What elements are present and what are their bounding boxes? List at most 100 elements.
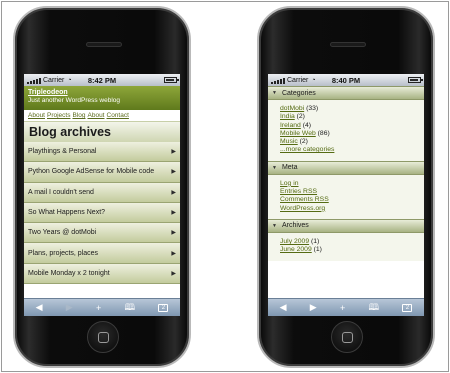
category-link[interactable]: Mobile Web	[280, 130, 316, 137]
post-list: Playthings & Personal ▶ Python Google AdS…	[24, 142, 180, 285]
nav-link-blog[interactable]: Blog	[72, 112, 85, 119]
back-button[interactable]: ◀	[280, 302, 287, 313]
archives-section-header[interactable]: ▼ Archives	[268, 218, 424, 233]
list-item[interactable]: Two Years @ dotMobi ▶	[24, 223, 180, 244]
status-bar: Carrier ◔ 8:42 PM	[24, 74, 180, 86]
list-item: Music (2)	[280, 138, 424, 146]
nav-links: About Projects Blog About Contact	[24, 110, 180, 121]
chevron-right-icon: ▶	[171, 250, 176, 257]
list-item: June 2009 (1)	[280, 246, 424, 254]
post-title: Playthings & Personal	[28, 148, 97, 156]
category-link[interactable]: dotMobi	[280, 105, 304, 112]
nav-link-contact[interactable]: Contact	[107, 112, 129, 119]
list-item: Ireland (4)	[280, 122, 424, 130]
screen-left: Carrier ◔ 8:42 PM Tripleodeon Just anoth…	[24, 74, 180, 316]
earpiece-speaker	[330, 42, 366, 47]
battery-icon	[164, 77, 179, 83]
section-title: Categories	[281, 89, 316, 97]
nav-link-projects[interactable]: Projects	[47, 112, 70, 119]
back-button[interactable]: ◀	[36, 302, 43, 313]
collapse-triangle-icon: ▼	[272, 222, 277, 229]
list-item: Entries RSS	[280, 188, 424, 196]
chevron-right-icon: ▶	[171, 149, 176, 156]
archive-count: (1)	[313, 246, 322, 254]
archive-count: (1)	[311, 237, 320, 245]
list-item: Log in	[280, 180, 424, 188]
category-link[interactable]: Ireland	[280, 122, 301, 129]
bookmarks-icon[interactable]: 🕮	[368, 300, 379, 316]
status-time: 8:40 PM	[331, 75, 361, 85]
list-item[interactable]: Plans, projects, places ▶	[24, 243, 180, 264]
post-title: So What Happens Next?	[28, 209, 106, 217]
post-title: Two Years @ dotMobi	[28, 229, 97, 237]
list-item: July 2009 (1)	[280, 238, 424, 246]
list-item: Comments RSS	[280, 196, 424, 204]
more-categories-link[interactable]: ...more categories	[280, 146, 334, 153]
add-bookmark-button[interactable]: +	[340, 303, 345, 313]
list-item: Mobile Web (86)	[280, 130, 424, 138]
status-bar: Carrier ◔ 8:40 PM	[268, 74, 424, 86]
section-title: Meta	[281, 164, 298, 172]
forward-button[interactable]: ▶	[66, 302, 73, 313]
iphone-right: Carrier ◔ 8:40 PM ▼ Categories dotMobi (…	[257, 6, 435, 368]
comments-rss-link[interactable]: Comments RSS	[280, 196, 329, 203]
post-title: Plans, projects, places	[28, 249, 99, 257]
category-count: (2)	[296, 113, 305, 121]
post-title: Python Google AdSense for Mobile code	[28, 168, 155, 176]
post-title: A mail I couldn't send	[28, 188, 94, 196]
wordpress-org-link[interactable]: WordPress.org	[280, 205, 325, 212]
archive-link[interactable]: July 2009	[280, 238, 309, 245]
status-time: 8:42 PM	[87, 75, 117, 85]
battery-icon	[408, 77, 423, 83]
category-count: (4)	[302, 121, 311, 129]
meta-list: Log in Entries RSS Comments RSS WordPres…	[268, 174, 424, 219]
pages-button[interactable]: 2	[158, 303, 169, 312]
category-link[interactable]: India	[280, 113, 295, 120]
browser-toolbar: ◀ ▶ + 🕮 2	[24, 298, 180, 316]
categories-section-header[interactable]: ▼ Categories	[268, 86, 424, 100]
list-item[interactable]: Python Google AdSense for Mobile code ▶	[24, 162, 180, 183]
meta-section-header[interactable]: ▼ Meta	[268, 160, 424, 175]
add-bookmark-button[interactable]: +	[96, 303, 101, 313]
iphone-left: Carrier ◔ 8:42 PM Tripleodeon Just anoth…	[13, 6, 191, 368]
list-item: WordPress.org	[280, 205, 424, 213]
post-title: Mobile Monday x 2 tonight	[28, 269, 110, 277]
section-title: Archives	[281, 222, 309, 230]
entries-rss-link[interactable]: Entries RSS	[280, 188, 317, 195]
collapse-triangle-icon: ▼	[272, 164, 277, 171]
list-item[interactable]: A mail I couldn't send ▶	[24, 182, 180, 203]
screen-right: Carrier ◔ 8:40 PM ▼ Categories dotMobi (…	[268, 74, 424, 316]
chevron-right-icon: ▶	[171, 230, 176, 237]
collapse-triangle-icon: ▼	[272, 90, 277, 96]
blog-tagline: Just another WordPress weblog	[28, 97, 121, 104]
blog-title-link[interactable]: Tripleodeon	[28, 88, 176, 97]
chevron-right-icon: ▶	[171, 169, 176, 176]
category-count: (33)	[306, 105, 319, 112]
category-count: (2)	[299, 138, 308, 146]
archive-link[interactable]: June 2009	[280, 246, 312, 253]
list-item: ...more categories	[280, 146, 424, 154]
blog-header: Tripleodeon Just another WordPress weblo…	[24, 86, 180, 110]
home-button[interactable]	[87, 321, 119, 353]
earpiece-speaker	[86, 42, 122, 47]
chevron-right-icon: ▶	[171, 210, 176, 217]
pages-button[interactable]: 2	[402, 303, 413, 312]
list-item: India (2)	[280, 113, 424, 121]
page-title: Blog archives	[24, 121, 180, 142]
nav-link-about[interactable]: About	[28, 112, 45, 119]
home-button[interactable]	[331, 321, 363, 353]
forward-button[interactable]: ▶	[310, 302, 317, 313]
bookmarks-icon[interactable]: 🕮	[124, 300, 135, 316]
categories-list: dotMobi (33) India (2) Ireland (4) Mobil…	[268, 100, 424, 161]
list-item[interactable]: Mobile Monday x 2 tonight ▶	[24, 263, 180, 285]
list-item: dotMobi (33)	[280, 105, 424, 113]
chevron-right-icon: ▶	[171, 189, 176, 196]
login-link[interactable]: Log in	[280, 180, 299, 187]
list-item[interactable]: Playthings & Personal ▶	[24, 142, 180, 163]
nav-link-about-2[interactable]: About	[88, 112, 105, 119]
browser-toolbar: ◀ ▶ + 🕮 2	[268, 298, 424, 316]
category-count: (86)	[317, 129, 330, 137]
category-link[interactable]: Music	[280, 138, 298, 145]
chevron-right-icon: ▶	[171, 270, 176, 277]
list-item[interactable]: So What Happens Next? ▶	[24, 202, 180, 224]
